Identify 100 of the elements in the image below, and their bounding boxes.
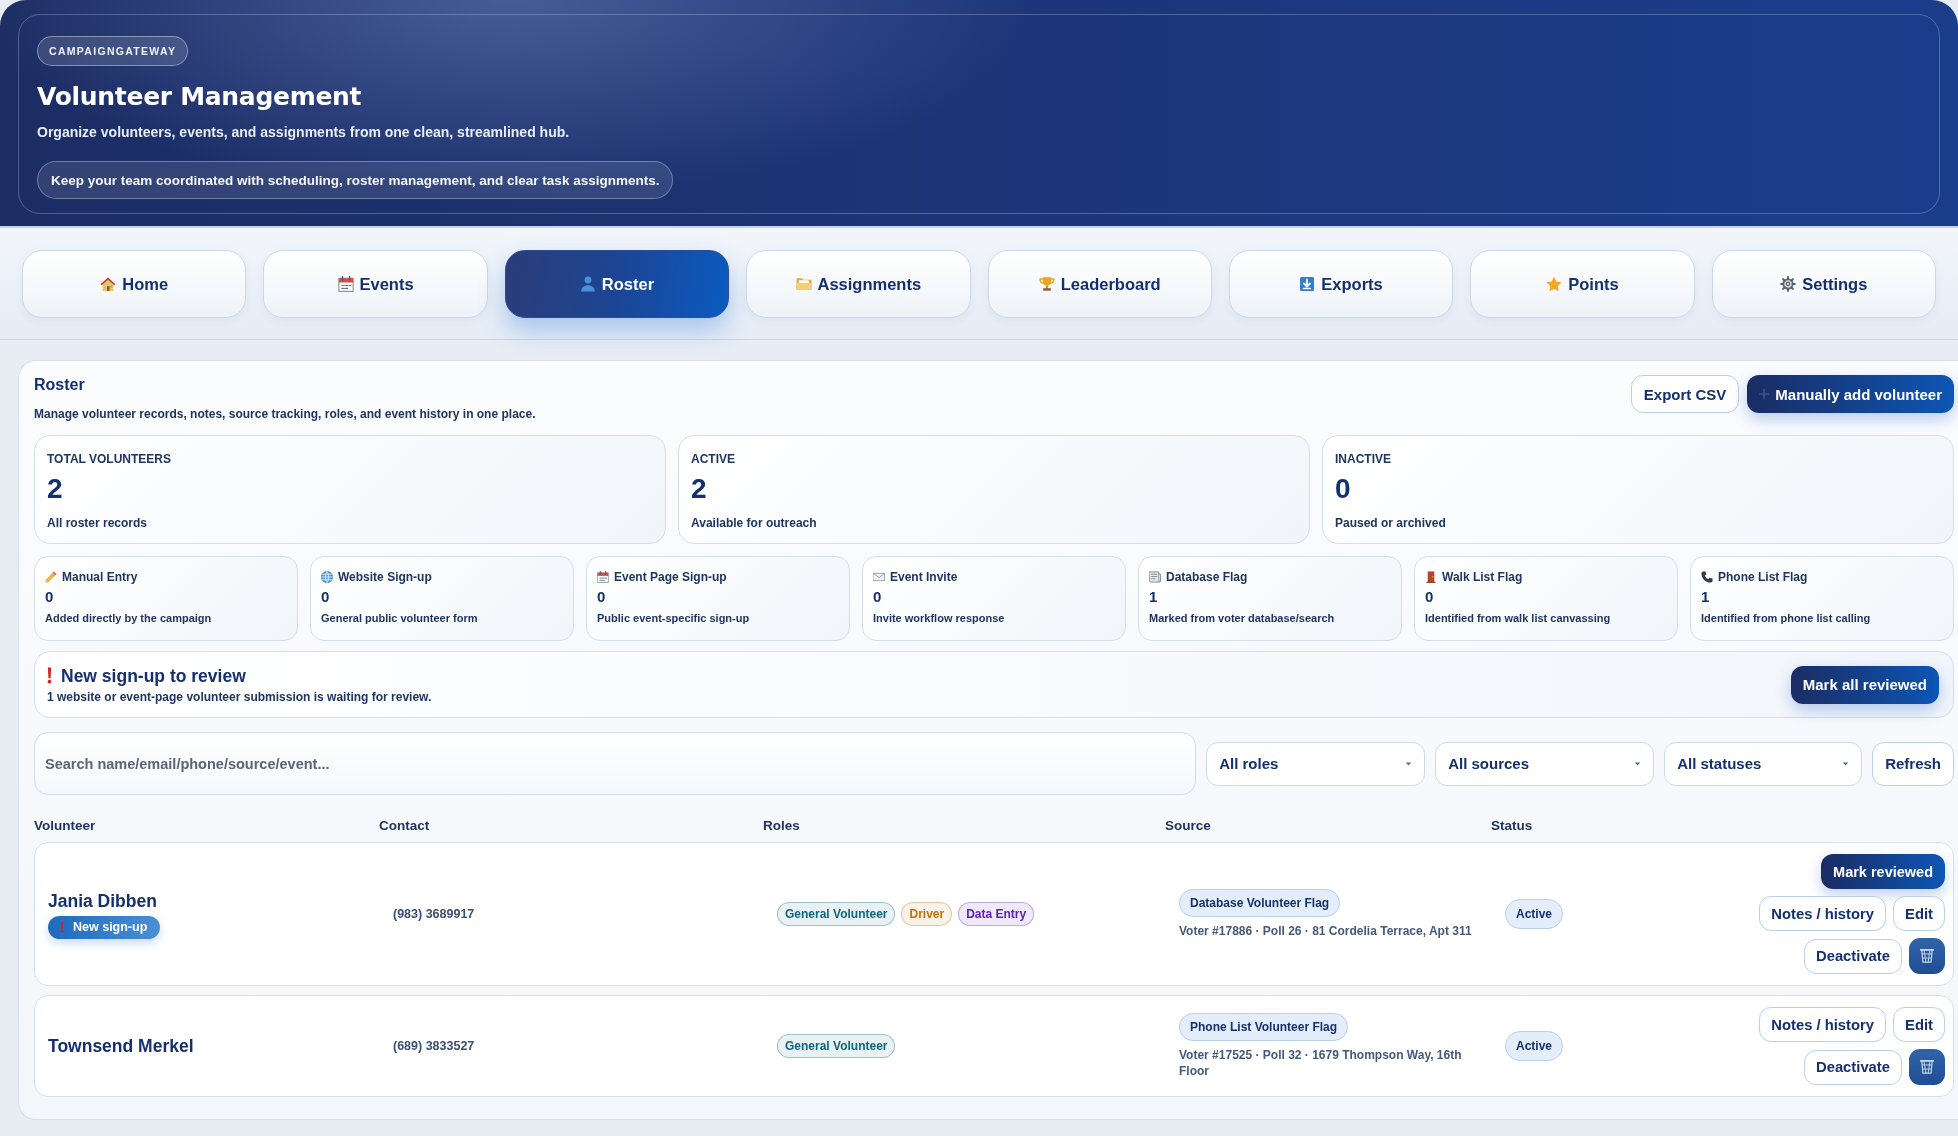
nav-tab[interactable]: Leaderboard [987, 250, 1212, 318]
search-field[interactable]: Search name/email/phone/source/event... [34, 732, 1197, 795]
source-label: Walk List Flag [1442, 570, 1523, 584]
pencil-icon [45, 571, 57, 583]
nav-tab[interactable]: Settings [1711, 250, 1936, 318]
trophy-icon [1038, 276, 1055, 292]
filter-dropdown[interactable]: All roles [1206, 741, 1426, 786]
mark-reviewed-button[interactable]: Mark reviewed [1821, 854, 1945, 889]
source-count: 0 [321, 588, 330, 606]
source-label: Phone List Flag [1718, 570, 1808, 584]
caret-icon [1842, 761, 1850, 766]
column-header: Contact [379, 819, 431, 833]
nav-tab[interactable]: Exports [1228, 250, 1454, 318]
stat-label: TOTAL VOLUNTEERS [47, 452, 171, 466]
source-caption: Identified from phone list calling [1701, 611, 1871, 625]
house-icon [100, 276, 117, 292]
row-action-button[interactable]: Edit [1893, 1007, 1945, 1042]
filter-dropdown[interactable]: All statuses [1664, 741, 1863, 786]
source-detail: Voter #17886 · Poll 26 · 81 Cordelia Terrace, Apt 311 [1179, 923, 1472, 939]
export-csv-button[interactable]: Export CSV [1630, 375, 1740, 413]
stat-label: INACTIVE [1335, 452, 1391, 466]
source-count: 0 [1425, 588, 1434, 606]
person-icon [579, 276, 596, 292]
source-detail: Voter #17525 · Poll 32 · 1679 Thompson Way, 16th Floor [1179, 1047, 1463, 1079]
source-tag: Phone List Volunteer Flag [1179, 1013, 1349, 1041]
column-header: Roles [763, 819, 801, 833]
calendar-icon [337, 276, 354, 292]
caret-icon [1634, 761, 1642, 766]
source-count: 0 [873, 588, 882, 606]
stat-value: 0 [1335, 474, 1351, 504]
nav-tab[interactable]: Events [263, 250, 488, 318]
exclamation-icon [47, 667, 52, 684]
nav-tab[interactable]: Roster [504, 250, 730, 318]
source-count: 0 [597, 588, 606, 606]
row-action-button[interactable]: Edit [1893, 896, 1945, 931]
source-tag: Database Volunteer Flag [1179, 889, 1341, 917]
status-pill: Active [1505, 1031, 1564, 1061]
row-action-button[interactable]: Deactivate [1803, 938, 1902, 974]
plus-icon [1759, 389, 1770, 399]
refresh-button[interactable]: Refresh [1872, 741, 1954, 786]
newspaper-icon [1149, 571, 1161, 583]
phone-icon [1701, 571, 1713, 583]
mark-all-reviewed-button[interactable]: Mark all reviewed [1790, 665, 1939, 704]
role-tag: Driver [901, 902, 953, 926]
column-header: Status [1491, 819, 1534, 833]
source-caption: Marked from voter database/search [1149, 611, 1335, 625]
exclamation-icon [60, 921, 64, 933]
notice-message: 1 website or event-page volunteer submission is waiting for review. [47, 689, 432, 704]
door-icon [1425, 571, 1437, 583]
source-label: Manual Entry [62, 570, 138, 584]
page-subtitle: Organize volunteers, events, and assignments from one clean, streamlined hub. [37, 124, 570, 140]
download-icon [1299, 276, 1316, 292]
row-action-button[interactable]: Deactivate [1803, 1049, 1902, 1085]
source-count: 1 [1701, 588, 1710, 606]
source-label: Website Sign-up [338, 570, 432, 584]
notice-title: New sign-up to review [61, 665, 246, 686]
trash-icon [1920, 949, 1934, 963]
envelope-icon [873, 571, 885, 583]
source-caption: Public event-specific sign-up [597, 611, 750, 625]
filter-dropdown[interactable]: All sources [1435, 741, 1655, 786]
delete-button[interactable] [1909, 938, 1945, 974]
nav-tab[interactable]: Home [22, 250, 247, 318]
source-caption: Added directly by the campaign [45, 611, 212, 625]
star-icon [1546, 276, 1563, 292]
source-caption: Invite workflow response [873, 611, 1005, 625]
role-tag: General Volunteer [777, 1034, 896, 1058]
settings-icon [1780, 276, 1797, 292]
nav-tab[interactable]: Points [1470, 250, 1695, 318]
volunteer-name: Townsend Merkel [48, 1035, 194, 1057]
source-caption: General public volunteer form [321, 611, 478, 625]
page-title: Volunteer Management [37, 81, 362, 113]
caret-icon [1405, 761, 1413, 766]
stat-caption: Paused or archived [1335, 516, 1446, 530]
row-action-button[interactable]: Notes / history [1759, 896, 1887, 931]
volunteer-name: Jania Dibben [48, 889, 157, 912]
add-volunteer-button[interactable]: Manually add volunteer [1747, 375, 1954, 413]
role-tag: General Volunteer [777, 902, 896, 926]
section-description: Manage volunteer records, notes, source tracking, roles, and event history in one place. [34, 407, 536, 421]
source-caption: Identified from walk list canvassing [1425, 611, 1611, 625]
column-header: Source [1165, 819, 1212, 833]
source-label: Event Page Sign-up [614, 570, 727, 584]
row-action-button[interactable]: Notes / history [1759, 1007, 1887, 1042]
section-title: Roster [34, 375, 86, 395]
brand-badge: CAMPAIGNGATEWAY [37, 36, 189, 66]
source-label: Event Invite [890, 570, 958, 584]
stat-caption: Available for outreach [691, 516, 817, 530]
stat-caption: All roster records [47, 516, 148, 530]
stat-value: 2 [691, 474, 707, 504]
signup-label: New sign-up [73, 920, 148, 934]
contact-phone: (689) 3833527 [393, 1039, 475, 1053]
column-header: Volunteer [34, 819, 97, 833]
status-pill: Active [1505, 899, 1564, 929]
stat-label: ACTIVE [691, 452, 735, 466]
source-label: Database Flag [1166, 570, 1248, 584]
calendar-icon [597, 571, 609, 583]
delete-button[interactable] [1909, 1049, 1945, 1085]
globe-icon [321, 571, 333, 583]
nav-tab[interactable]: Assignments [746, 250, 971, 318]
source-count: 1 [1149, 588, 1158, 606]
contact-phone: (983) 3689917 [393, 907, 475, 921]
